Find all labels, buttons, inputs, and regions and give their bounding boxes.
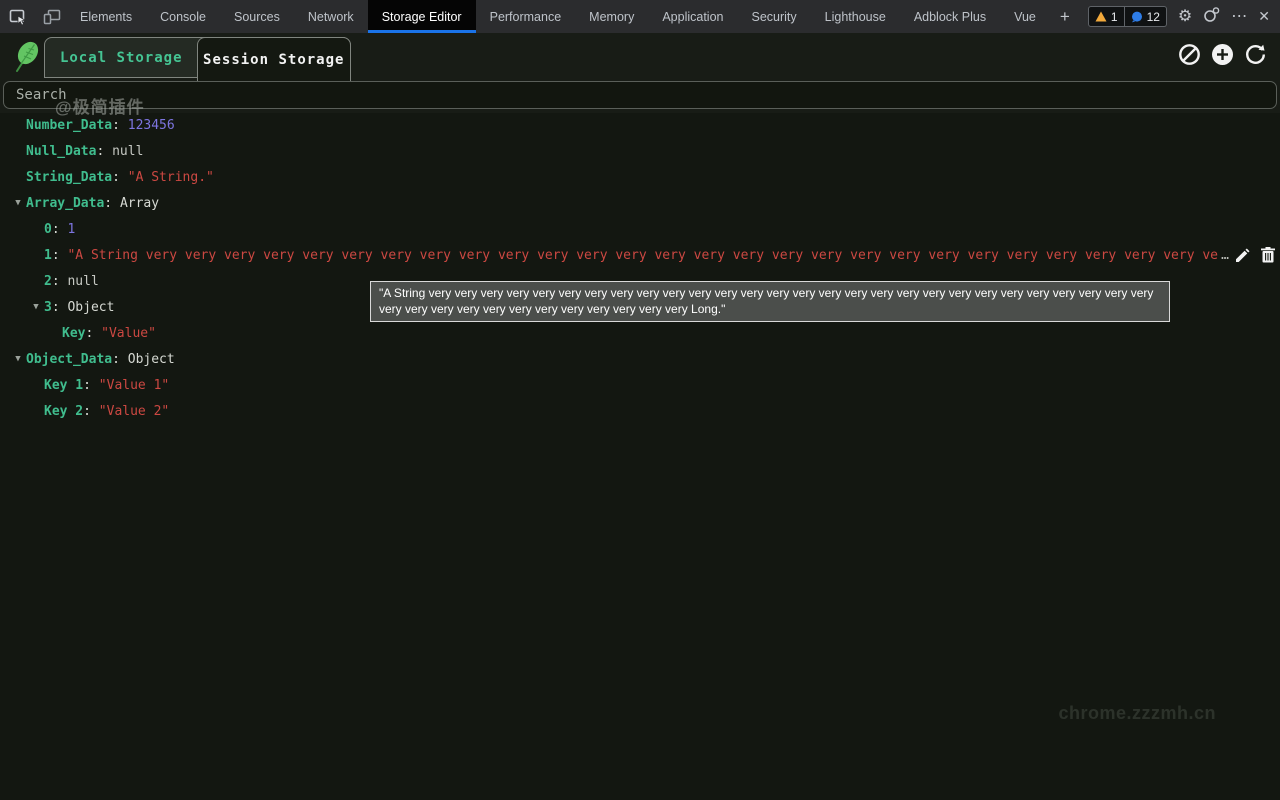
- edit-pencil-icon[interactable]: [1235, 248, 1250, 263]
- tree-row-key-1[interactable]: Key 1: "Value 1": [0, 372, 1280, 398]
- truncation-ellipsis: …: [1221, 248, 1229, 263]
- row-actions: [1235, 247, 1280, 263]
- warning-triangle-icon: [1095, 11, 1107, 22]
- tree-row-number-data[interactable]: Number_Data: 123456: [0, 112, 1280, 138]
- delete-trash-icon[interactable]: [1261, 247, 1275, 263]
- tree-row-array-data[interactable]: ▼Array_Data: Array: [0, 190, 1280, 216]
- close-devtools-icon[interactable]: ✕: [1258, 8, 1270, 25]
- feedback-icon[interactable]: [1203, 6, 1220, 28]
- inspect-element-icon[interactable]: [8, 7, 28, 27]
- issues-count: 12: [1147, 10, 1160, 24]
- devtools-tab-network[interactable]: Network: [294, 0, 368, 33]
- tree-value: "Value 1": [99, 378, 169, 393]
- tree-colon: :: [52, 274, 68, 289]
- tree-row-key[interactable]: Key: "Value": [0, 320, 1280, 346]
- tree-colon: :: [52, 248, 68, 263]
- tree-colon: :: [104, 196, 120, 211]
- tree-value: Array: [120, 196, 159, 211]
- tree-colon: :: [112, 352, 128, 367]
- tree-value: "A String very very very very very very …: [67, 248, 1219, 263]
- extension-watermark: @极简插件: [55, 93, 145, 118]
- tree-row-key-2[interactable]: Key 2: "Value 2": [0, 398, 1280, 424]
- tree-row-null-data[interactable]: Null_Data: null: [0, 138, 1280, 164]
- tree-key: Key: [62, 326, 85, 341]
- tree-colon: :: [112, 118, 128, 133]
- settings-gear-icon[interactable]: ⚙: [1178, 9, 1192, 25]
- storage-editor-header: Local StorageSession Storage @极简插件: [0, 33, 1280, 113]
- tree-value: null: [67, 274, 98, 289]
- tree-colon: :: [112, 170, 128, 185]
- storage-tab-local-storage[interactable]: Local Storage: [45, 38, 198, 77]
- tree-colon: :: [83, 404, 99, 419]
- tree-colon: :: [52, 300, 68, 315]
- expand-arrow-icon[interactable]: ▼: [10, 354, 26, 364]
- refresh-icon[interactable]: [1244, 43, 1267, 66]
- devtools-tab-adblock-plus[interactable]: Adblock Plus: [900, 0, 1000, 33]
- tree-row-0[interactable]: 0: 1: [0, 216, 1280, 242]
- storage-tree: Number_Data: 123456Null_Data: nullString…: [0, 112, 1280, 800]
- devtools-tab-sources[interactable]: Sources: [220, 0, 294, 33]
- warnings-count: 1: [1111, 10, 1118, 24]
- tree-colon: :: [85, 326, 101, 341]
- tree-value: "Value": [101, 326, 156, 341]
- devtools-tab-memory[interactable]: Memory: [575, 0, 648, 33]
- tree-row-string-data[interactable]: String_Data: "A String.": [0, 164, 1280, 190]
- storage-type-tabs: Local StorageSession Storage: [44, 37, 351, 78]
- devtools-tab-application[interactable]: Application: [648, 0, 737, 33]
- tree-key: Key 1: [44, 378, 83, 393]
- issues-badge[interactable]: 12: [1125, 6, 1167, 27]
- devtools-tabs: ElementsConsoleSourcesNetworkStorage Edi…: [66, 0, 1050, 33]
- tree-value: 123456: [128, 118, 175, 133]
- tree-key: Null_Data: [26, 144, 96, 159]
- tree-key: 3: [44, 300, 52, 315]
- extension-leaf-logo: [10, 39, 42, 80]
- devtools-bar: ElementsConsoleSourcesNetworkStorage Edi…: [0, 0, 1280, 33]
- tree-key: Object_Data: [26, 352, 112, 367]
- tree-key: Array_Data: [26, 196, 104, 211]
- devtools-tab-vue[interactable]: Vue: [1000, 0, 1050, 33]
- tree-colon: :: [96, 144, 112, 159]
- tree-key: Key 2: [44, 404, 83, 419]
- devtools-tab-performance[interactable]: Performance: [476, 0, 576, 33]
- tree-value: 1: [67, 222, 75, 237]
- tree-row-1[interactable]: 1: "A String very very very very very ve…: [0, 242, 1280, 268]
- more-options-icon[interactable]: ⋯: [1231, 9, 1247, 25]
- site-watermark: chrome.zzzmh.cn: [1058, 703, 1216, 724]
- search-input[interactable]: [3, 81, 1277, 109]
- clear-all-icon[interactable]: [1178, 43, 1201, 66]
- storage-tab-session-storage[interactable]: Session Storage: [197, 37, 352, 81]
- tree-key: 1: [44, 248, 52, 263]
- devtools-tab-elements[interactable]: Elements: [66, 0, 146, 33]
- tree-value: Object: [67, 300, 114, 315]
- tree-key: 0: [44, 222, 52, 237]
- tree-value: Object: [128, 352, 175, 367]
- more-tabs-button[interactable]: +: [1050, 0, 1080, 33]
- add-item-icon[interactable]: [1211, 43, 1234, 66]
- tree-key: Number_Data: [26, 118, 112, 133]
- value-tooltip: "A String very very very very very very …: [370, 281, 1170, 322]
- tree-row-object-data[interactable]: ▼Object_Data: Object: [0, 346, 1280, 372]
- tree-key: String_Data: [26, 170, 112, 185]
- tree-colon: :: [83, 378, 99, 393]
- devtools-tab-security[interactable]: Security: [737, 0, 810, 33]
- expand-arrow-icon[interactable]: ▼: [10, 198, 26, 208]
- device-toolbar-icon[interactable]: [42, 7, 62, 27]
- tree-colon: :: [52, 222, 68, 237]
- devtools-tab-storage-editor[interactable]: Storage Editor: [368, 0, 476, 33]
- tree-value: "A String.": [128, 170, 214, 185]
- expand-arrow-icon[interactable]: ▼: [28, 302, 44, 312]
- tree-key: 2: [44, 274, 52, 289]
- devtools-tab-console[interactable]: Console: [146, 0, 220, 33]
- tree-value: "Value 2": [99, 404, 169, 419]
- warnings-badge[interactable]: 1: [1088, 6, 1125, 27]
- issues-bubble-icon: [1131, 11, 1143, 23]
- devtools-tab-lighthouse[interactable]: Lighthouse: [811, 0, 900, 33]
- tree-value: null: [112, 144, 143, 159]
